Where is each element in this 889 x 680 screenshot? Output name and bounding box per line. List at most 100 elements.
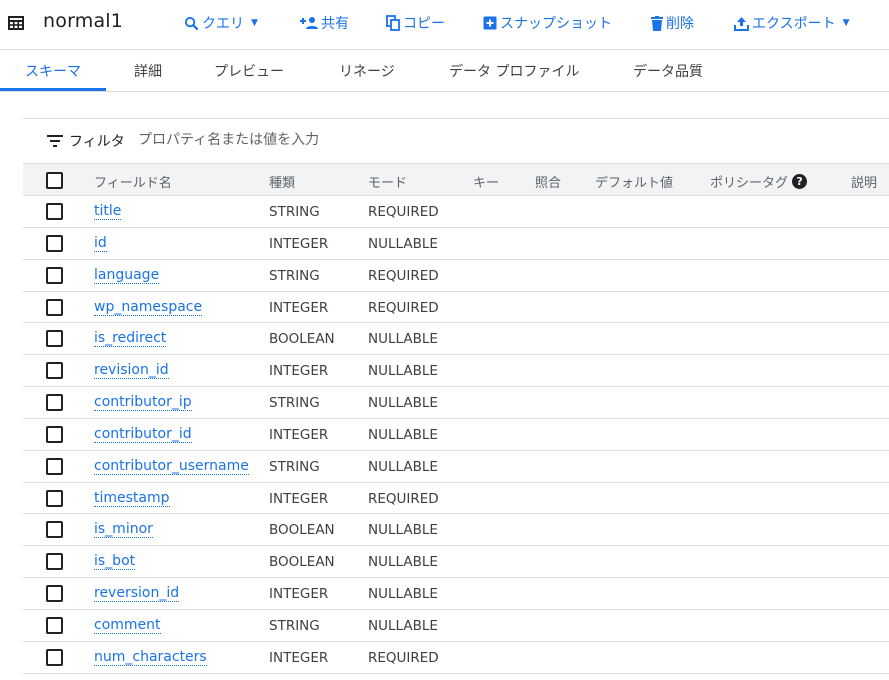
table-row: contributor_id INTEGER NULLABLE xyxy=(23,419,889,451)
field-type: STRING xyxy=(269,395,320,412)
row-checkbox[interactable] xyxy=(46,330,63,348)
column-header-type[interactable]: 種類 xyxy=(269,172,295,191)
field-name-link[interactable]: num_characters xyxy=(94,649,207,666)
field-type: INTEGER xyxy=(269,363,329,380)
field-name-link[interactable]: id xyxy=(94,235,107,252)
snapshot-icon xyxy=(483,16,497,30)
field-name-link[interactable]: contributor_username xyxy=(94,458,249,475)
schema-table: フィールド名 種類 モード キー 照合 デフォルト値 ポリシータグ ? 説明 t… xyxy=(23,163,889,674)
delete-label: 削除 xyxy=(666,16,694,32)
person-add-icon xyxy=(300,17,318,29)
row-checkbox[interactable] xyxy=(46,298,63,316)
table-title: normal1 xyxy=(43,10,124,32)
field-name-link[interactable]: contributor_id xyxy=(94,426,192,443)
field-name-link[interactable]: is_minor xyxy=(94,522,153,539)
field-mode: REQUIRED xyxy=(368,299,439,316)
tab-details[interactable]: 詳細 xyxy=(134,61,162,81)
field-type: BOOLEAN xyxy=(269,522,335,539)
tab-bar: スキーマ 詳細 プレビュー リネージ データ プロファイル データ品質 xyxy=(0,50,889,91)
field-type: INTEGER xyxy=(269,426,329,443)
delete-button[interactable]: 削除 xyxy=(651,13,694,33)
table-row: is_minor BOOLEAN NULLABLE xyxy=(23,514,889,547)
table-row: contributor_ip STRING NULLABLE xyxy=(23,387,889,419)
row-checkbox[interactable] xyxy=(46,362,63,380)
field-name-link[interactable]: revision_id xyxy=(94,363,169,380)
query-label: クエリ xyxy=(202,16,244,32)
field-mode: REQUIRED xyxy=(368,267,439,284)
filter-input[interactable] xyxy=(138,128,738,152)
field-mode: NULLABLE xyxy=(368,617,438,634)
table-body: title STRING REQUIRED id INTEGER NULLABLE lang… xyxy=(23,196,889,674)
field-name-link[interactable]: is_bot xyxy=(94,554,136,571)
field-mode: NULLABLE xyxy=(368,331,438,348)
chevron-down-icon: ▼ xyxy=(842,18,850,28)
row-checkbox[interactable] xyxy=(46,234,63,252)
column-header-default-value[interactable]: デフォルト値 xyxy=(595,172,673,191)
field-mode: NULLABLE xyxy=(368,363,438,380)
table-row: comment STRING NULLABLE xyxy=(23,610,889,642)
copy-icon xyxy=(386,15,400,31)
field-type: INTEGER xyxy=(269,649,329,666)
table-row: title STRING REQUIRED xyxy=(23,196,889,228)
field-mode: REQUIRED xyxy=(368,204,439,220)
tab-schema[interactable]: スキーマ xyxy=(25,61,81,81)
table-row: contributor_username STRING NULLABLE xyxy=(23,451,889,483)
field-name-link[interactable]: timestamp xyxy=(94,490,170,507)
table-row: wp_namespace INTEGER REQUIRED xyxy=(23,292,889,324)
field-name-link[interactable]: is_redirect xyxy=(94,331,167,348)
select-all-checkbox[interactable] xyxy=(46,172,63,189)
tab-data-profile[interactable]: データ プロファイル xyxy=(449,61,579,81)
help-icon[interactable]: ? xyxy=(792,174,808,189)
row-checkbox[interactable] xyxy=(46,203,63,220)
row-checkbox[interactable] xyxy=(46,585,63,603)
tab-preview[interactable]: プレビュー xyxy=(214,61,284,81)
column-header-field-name[interactable]: フィールド名 xyxy=(94,172,172,191)
field-mode: NULLABLE xyxy=(368,426,438,443)
export-label: エクスポート xyxy=(752,16,836,32)
row-checkbox[interactable] xyxy=(46,394,63,412)
field-name-link[interactable]: comment xyxy=(94,617,161,634)
field-name-link[interactable]: contributor_ip xyxy=(94,395,192,412)
field-type: STRING xyxy=(269,617,320,634)
filter-divider xyxy=(23,118,889,119)
tab-lineage[interactable]: リネージ xyxy=(339,61,395,81)
table-row: is_bot BOOLEAN NULLABLE xyxy=(23,546,889,579)
row-checkbox[interactable] xyxy=(46,457,63,475)
field-mode: NULLABLE xyxy=(368,458,438,475)
field-name-link[interactable]: title xyxy=(94,204,122,220)
query-button[interactable]: クエリ ▼ xyxy=(184,13,258,33)
upload-icon xyxy=(734,16,749,31)
column-header-description[interactable]: 説明 xyxy=(851,172,877,191)
export-button[interactable]: エクスポート ▼ xyxy=(734,13,850,33)
column-header-policy-tags[interactable]: ポリシータグ ? xyxy=(710,172,808,191)
snapshot-label: スナップショット xyxy=(500,16,612,32)
row-checkbox[interactable] xyxy=(46,616,63,634)
row-checkbox[interactable] xyxy=(46,266,63,284)
row-checkbox[interactable] xyxy=(46,489,63,507)
filter-icon[interactable] xyxy=(47,135,63,147)
search-icon xyxy=(184,16,199,30)
filter-label: フィルタ xyxy=(69,134,125,150)
row-checkbox[interactable] xyxy=(46,521,63,539)
table-row: num_characters INTEGER REQUIRED xyxy=(23,642,889,674)
table-row: is_redirect BOOLEAN NULLABLE xyxy=(23,323,889,356)
copy-button[interactable]: コピー xyxy=(386,13,445,33)
column-header-mode[interactable]: モード xyxy=(368,172,407,191)
tab-data-quality[interactable]: データ品質 xyxy=(633,61,703,81)
field-name-link[interactable]: wp_namespace xyxy=(94,299,203,316)
field-type: STRING xyxy=(269,458,320,475)
field-mode: NULLABLE xyxy=(368,395,438,412)
field-name-link[interactable]: reversion_id xyxy=(94,586,180,603)
field-type: STRING xyxy=(269,204,320,220)
column-header-collation[interactable]: 照合 xyxy=(535,172,561,191)
row-checkbox[interactable] xyxy=(46,648,63,666)
trash-icon xyxy=(651,15,663,31)
row-checkbox[interactable] xyxy=(46,553,63,571)
snapshot-button[interactable]: スナップショット xyxy=(483,13,612,33)
column-header-key[interactable]: キー xyxy=(473,172,499,191)
row-checkbox[interactable] xyxy=(46,425,63,443)
share-button[interactable]: 共有 xyxy=(300,13,349,33)
field-mode: NULLABLE xyxy=(368,554,438,571)
chevron-down-icon: ▼ xyxy=(251,18,258,28)
field-name-link[interactable]: language xyxy=(94,267,160,284)
